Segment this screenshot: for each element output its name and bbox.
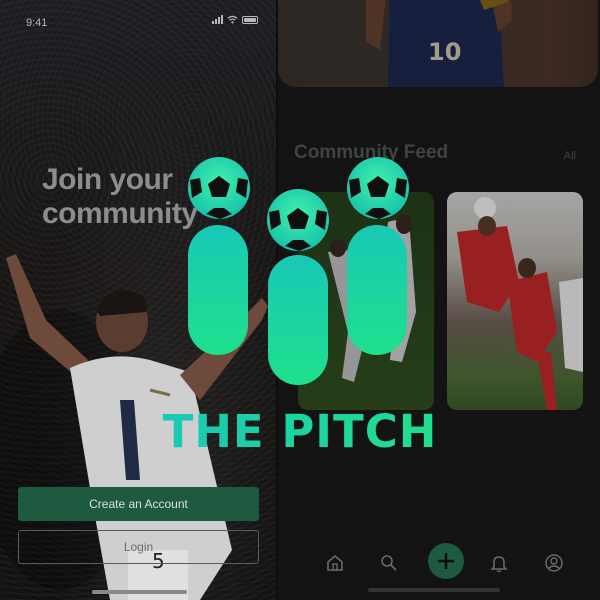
home-indicator [92, 590, 187, 594]
hero-card[interactable]: 10 [278, 0, 598, 87]
home-icon[interactable] [325, 553, 345, 573]
create-account-button[interactable]: Create an Account [18, 487, 259, 521]
battery-icon [242, 15, 258, 24]
signal-icon [212, 15, 223, 24]
wifi-icon [227, 15, 238, 24]
feed-card[interactable] [447, 192, 583, 410]
status-time: 9:41 [26, 17, 48, 29]
add-icon [438, 553, 454, 569]
add-button[interactable] [428, 543, 464, 579]
login-button[interactable]: Login [18, 530, 259, 564]
logo-wordmark: THE PITCH [160, 405, 440, 458]
soccer-ball-icon [267, 189, 329, 251]
see-all-link[interactable]: All [564, 150, 576, 162]
bottom-nav [278, 540, 600, 586]
home-indicator [368, 588, 500, 592]
bell-icon[interactable] [489, 553, 509, 573]
soccer-ball-icon [188, 157, 250, 219]
status-icons [212, 15, 258, 24]
feed-card-photo [447, 192, 583, 410]
search-icon[interactable] [379, 553, 399, 573]
status-bar: 9:41 [26, 15, 258, 31]
hero-player-photo: 10 [278, 0, 598, 87]
soccer-ball-icon [347, 157, 409, 219]
profile-icon[interactable] [544, 553, 564, 573]
